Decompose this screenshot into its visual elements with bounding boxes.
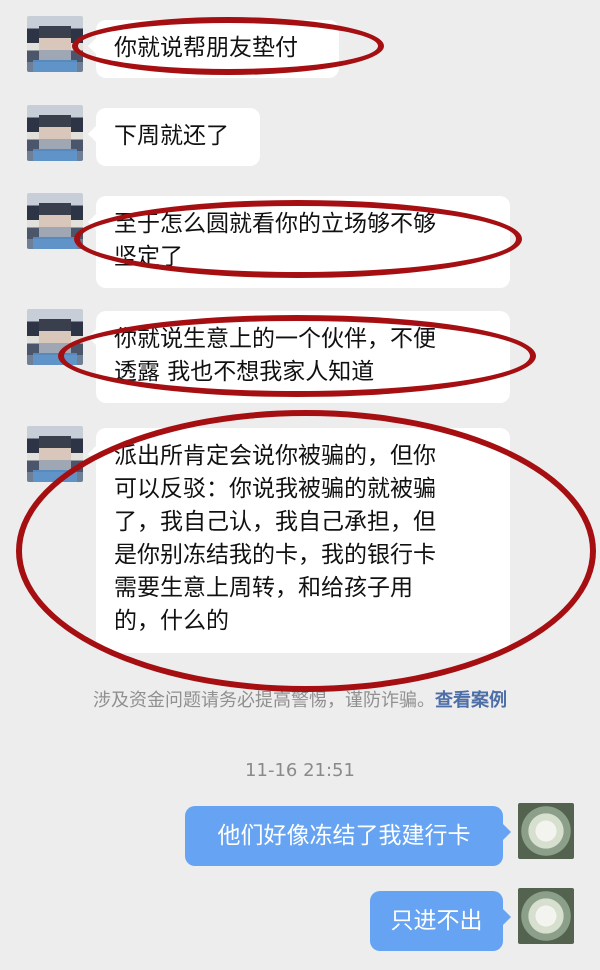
message-bubble-outgoing[interactable]: 他们好像冻结了我建行卡 — [185, 806, 511, 866]
message-bubble-outgoing[interactable]: 只进不出 — [370, 891, 511, 951]
my-avatar[interactable] — [518, 803, 574, 859]
friend-avatar[interactable] — [27, 426, 83, 482]
friend-avatar[interactable] — [27, 105, 83, 161]
message-bubble-incoming[interactable]: 你就说帮朋友垫付 — [88, 20, 339, 78]
friend-avatar[interactable] — [27, 309, 83, 365]
fraud-warning-notice: 涉及资金问题请务必提高警惕，谨防诈骗。查看案例 — [0, 686, 600, 712]
friend-avatar[interactable] — [27, 16, 83, 72]
message-bubble-incoming[interactable]: 你就说生意上的一个伙伴，不便 透露 我也不想我家人知道 — [88, 311, 510, 403]
message-bubble-incoming[interactable]: 至于怎么圆就看你的立场够不够 坚定了 — [88, 196, 510, 288]
message-timestamp: 11-16 21:51 — [245, 760, 355, 781]
friend-avatar[interactable] — [27, 193, 83, 249]
fraud-warning-text: 涉及资金问题请务必提高警惕，谨防诈骗。 — [93, 690, 435, 711]
my-avatar[interactable] — [518, 888, 574, 944]
message-bubble-incoming[interactable]: 下周就还了 — [88, 108, 260, 166]
view-cases-link[interactable]: 查看案例 — [435, 690, 507, 711]
message-bubble-incoming[interactable]: 派出所肯定会说你被骗的，但你 可以反驳：你说我被骗的就被骗 了，我自己认，我自己… — [88, 428, 510, 653]
